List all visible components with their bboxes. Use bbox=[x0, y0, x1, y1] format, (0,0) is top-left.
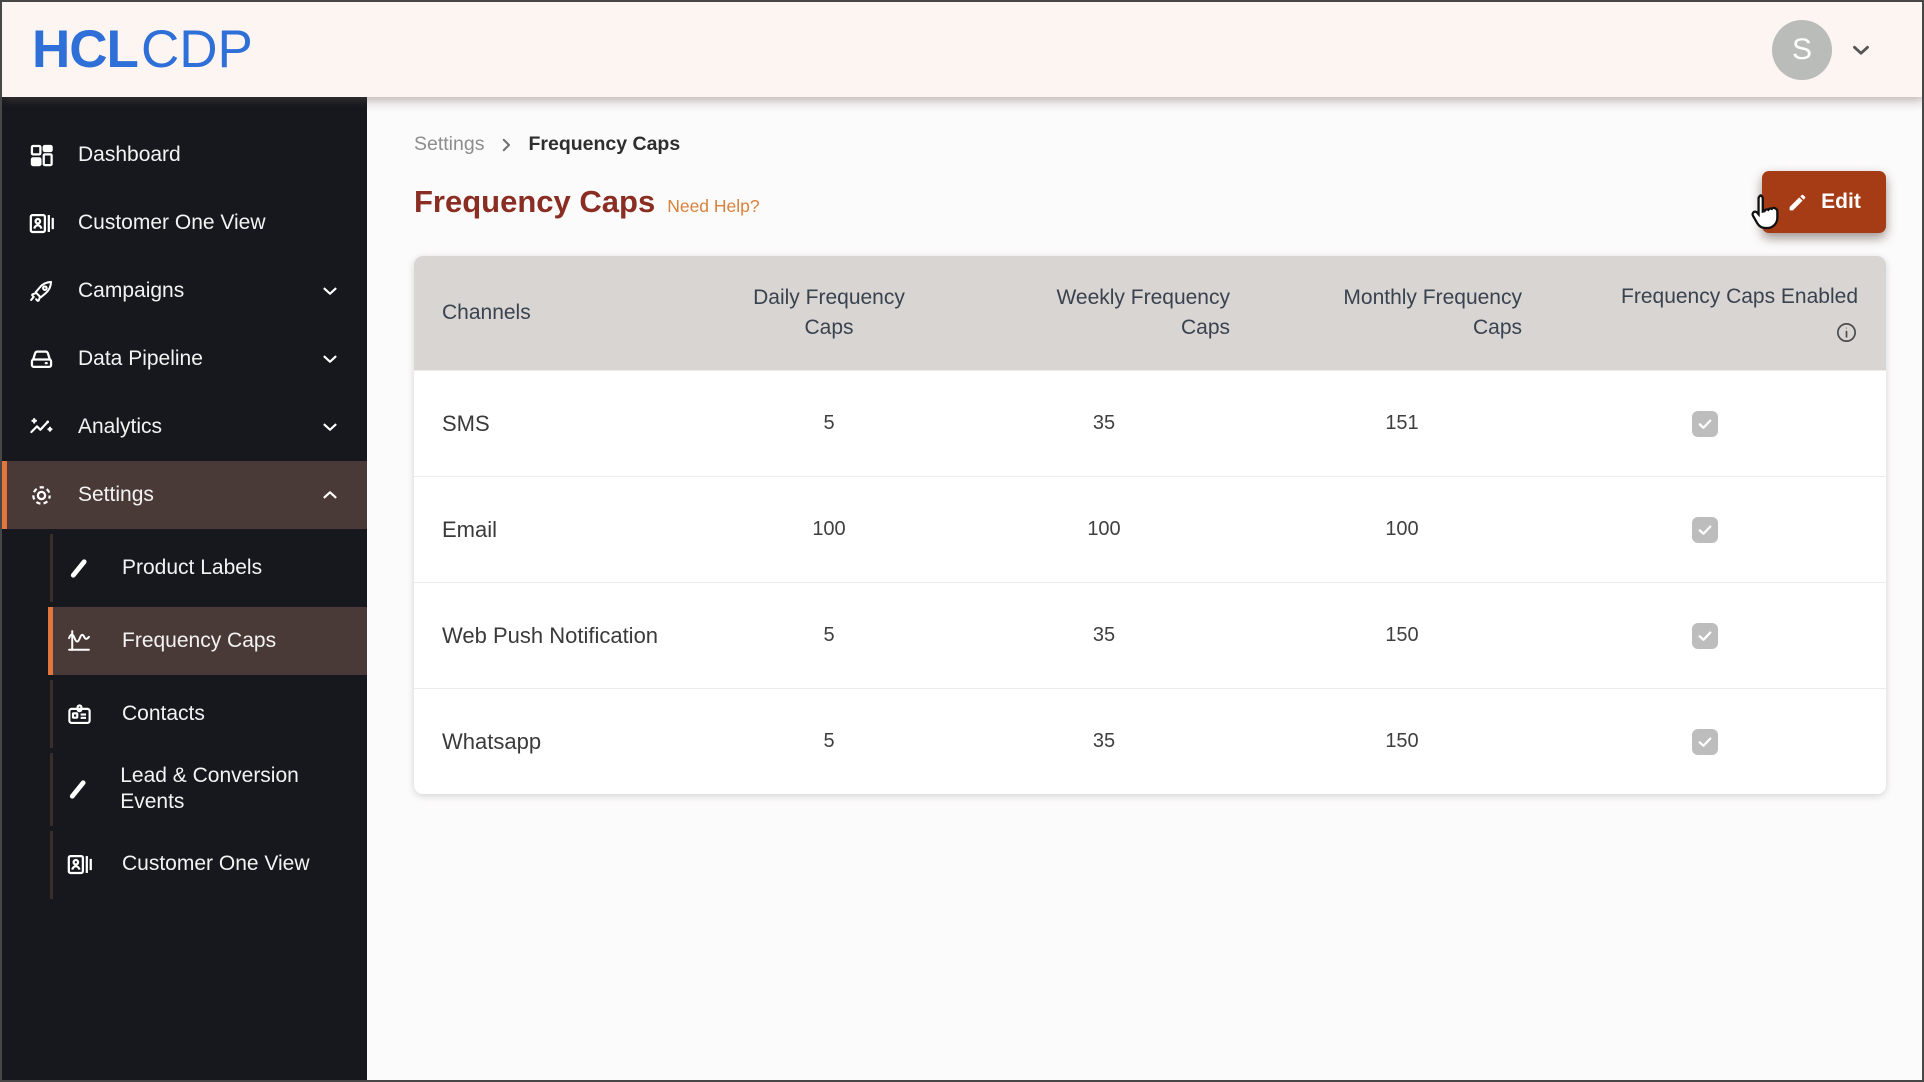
col-header-monthly: Monthly Frequency Caps bbox=[1343, 285, 1522, 339]
sidebar-item-label: Campaigns bbox=[78, 279, 185, 302]
sidebar-item-label: Analytics bbox=[78, 415, 163, 438]
col-header-daily: Daily Frequency Caps bbox=[753, 285, 905, 339]
sidebar-item-data-pipeline[interactable]: Data Pipeline bbox=[2, 325, 367, 393]
id-card-icon bbox=[27, 210, 55, 237]
chevron-down-icon bbox=[319, 416, 341, 438]
channel-name: Whatsapp bbox=[442, 729, 542, 754]
sidebar-subitem-label: Frequency Caps bbox=[122, 628, 277, 652]
sidebar-item-dashboard[interactable]: Dashboard bbox=[2, 121, 367, 189]
sidebar-item-label: Settings bbox=[78, 483, 154, 506]
table-header: Channels Daily Frequency Caps Weekly Fre… bbox=[414, 256, 1886, 370]
pencil-icon bbox=[65, 556, 93, 581]
table-body: SMS 5 35 151 Email 100 100 100 Web Push Notifica… bbox=[414, 370, 1886, 794]
sidebar: Dashboard Customer One View Campaigns Data … bbox=[2, 97, 367, 1080]
sidebar-item-campaigns[interactable]: Campaigns bbox=[2, 257, 367, 325]
table-row-email: Email 100 100 100 bbox=[414, 476, 1886, 582]
badge-icon bbox=[65, 701, 93, 728]
weekly-cap-value: 35 bbox=[1092, 412, 1116, 434]
gear-icon bbox=[27, 482, 55, 509]
sidebar-subitem-label: Customer One View bbox=[122, 852, 310, 876]
channel-name: Email bbox=[442, 517, 498, 542]
sidebar-nav: Dashboard Customer One View Campaigns Data … bbox=[2, 121, 367, 899]
chevron-down-icon bbox=[319, 280, 341, 302]
sidebar-subitem-label: Product Labels bbox=[122, 555, 263, 579]
chevron-down-icon[interactable] bbox=[1848, 37, 1874, 63]
chevron-down-icon bbox=[319, 348, 341, 370]
breadcrumb: Settings Frequency Caps bbox=[414, 133, 1922, 156]
chevron-up-icon bbox=[319, 484, 341, 506]
top-header: HCL CDP S bbox=[2, 2, 1922, 97]
daily-cap-value: 5 bbox=[823, 412, 835, 434]
sidebar-subitem-customer-one-view[interactable]: Customer One View bbox=[50, 830, 367, 899]
col-header-enabled: Frequency Caps Enabled bbox=[1621, 284, 1858, 308]
sidebar-subitem-lead-conversion-events[interactable]: Lead & Conversion Events bbox=[50, 753, 367, 826]
weekly-cap-value: 35 bbox=[1092, 730, 1116, 752]
sidebar-subitem-label: Lead & Conversion Events bbox=[120, 764, 299, 814]
info-icon[interactable] bbox=[1835, 321, 1858, 344]
frequency-caps-table: Channels Daily Frequency Caps Weekly Fre… bbox=[414, 256, 1886, 794]
channel-name: SMS bbox=[442, 411, 490, 436]
table-row-whatsapp: Whatsapp 5 35 150 bbox=[414, 688, 1886, 794]
app-window: HCL CDP S Dashboard Customer One View Campa… bbox=[0, 0, 1924, 1082]
channel-name: Web Push Notification bbox=[442, 623, 659, 648]
sidebar-item-customer-one-view[interactable]: Customer One View bbox=[2, 189, 367, 257]
weekly-cap-value: 100 bbox=[1087, 518, 1121, 540]
sidebar-item-analytics[interactable]: Analytics bbox=[2, 393, 367, 461]
daily-cap-value: 100 bbox=[812, 518, 846, 540]
need-help-link[interactable]: Need Help? bbox=[667, 196, 759, 217]
weekly-cap-value: 35 bbox=[1092, 624, 1116, 646]
sidebar-item-label: Dashboard bbox=[78, 143, 181, 166]
table-row-sms: SMS 5 35 151 bbox=[414, 370, 1886, 476]
table-row-web-push-notification: Web Push Notification 5 35 150 bbox=[414, 582, 1886, 688]
rocket-icon bbox=[27, 278, 55, 305]
pencil-icon bbox=[1787, 192, 1808, 213]
pencil-icon bbox=[65, 777, 91, 802]
sidebar-subitem-label: Contacts bbox=[122, 701, 205, 725]
drive-icon bbox=[27, 346, 55, 373]
sidebar-item-settings[interactable]: Settings bbox=[2, 461, 367, 529]
main-content: Settings Frequency Caps Frequency Caps N… bbox=[367, 97, 1922, 1080]
frequency-enabled-checkbox[interactable] bbox=[1692, 728, 1718, 755]
monthly-cap-value: 100 bbox=[1385, 518, 1419, 540]
breadcrumb-current: Frequency Caps bbox=[528, 133, 681, 155]
frequency-enabled-checkbox[interactable] bbox=[1692, 622, 1718, 649]
col-header-weekly: Weekly Frequency Caps bbox=[1056, 285, 1230, 339]
monthly-cap-value: 151 bbox=[1385, 412, 1419, 434]
monthly-cap-value: 150 bbox=[1385, 730, 1419, 752]
edit-button-label: Edit bbox=[1821, 190, 1861, 213]
col-header-channels: Channels bbox=[442, 300, 531, 324]
app-logo[interactable]: HCL CDP bbox=[32, 23, 253, 76]
sidebar-item-label: Customer One View bbox=[78, 211, 266, 234]
sidebar-subitem-frequency-caps[interactable]: Frequency Caps bbox=[48, 607, 367, 675]
sidebar-item-label: Data Pipeline bbox=[78, 347, 203, 370]
daily-cap-value: 5 bbox=[823, 730, 835, 752]
frequency-enabled-checkbox[interactable] bbox=[1692, 516, 1718, 543]
logo-hcl: HCL bbox=[32, 20, 139, 79]
monthly-cap-value: 150 bbox=[1385, 624, 1419, 646]
id-card-icon bbox=[65, 851, 93, 878]
logo-cdp: CDP bbox=[140, 20, 253, 79]
user-menu[interactable]: S bbox=[1772, 19, 1874, 80]
dashboard-icon bbox=[27, 142, 55, 169]
daily-cap-value: 5 bbox=[823, 624, 835, 646]
settings-submenu: Product Labels Frequency Caps Contacts Lead… bbox=[2, 534, 367, 899]
frequency-enabled-checkbox[interactable] bbox=[1692, 410, 1718, 437]
avatar[interactable]: S bbox=[1772, 19, 1832, 80]
sidebar-subitem-contacts[interactable]: Contacts bbox=[50, 680, 367, 748]
waveform-icon bbox=[65, 627, 93, 655]
analytics-icon bbox=[27, 414, 55, 441]
title-row: Frequency Caps Need Help? Edit bbox=[414, 170, 1886, 234]
sidebar-subitem-product-labels[interactable]: Product Labels bbox=[50, 534, 367, 602]
page-title: Frequency Caps bbox=[414, 184, 656, 219]
breadcrumb-settings[interactable]: Settings bbox=[414, 133, 484, 156]
edit-button[interactable]: Edit bbox=[1762, 171, 1886, 233]
chevron-right-icon bbox=[497, 136, 515, 154]
